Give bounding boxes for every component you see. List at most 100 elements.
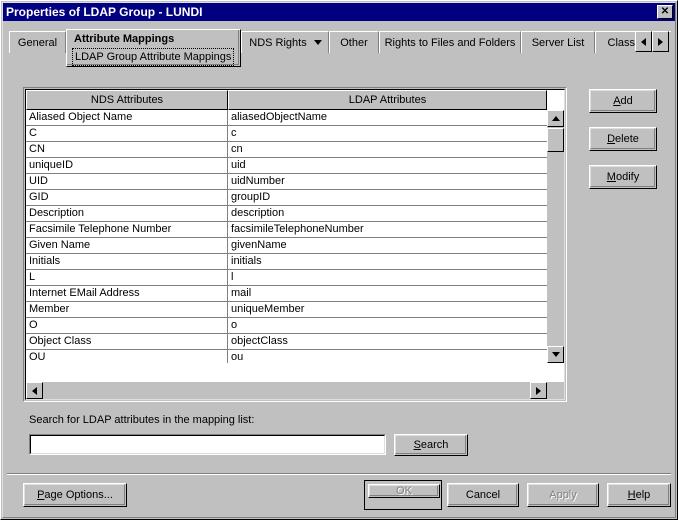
tab-other[interactable]: Other <box>329 31 379 53</box>
list-horizontal-scrollbar[interactable] <box>26 382 547 399</box>
cell-nds-attribute: L <box>26 270 228 285</box>
delete-button[interactable]: Delete <box>589 127 657 151</box>
help-post: elp <box>635 489 651 501</box>
cell-nds-attribute: UID <box>26 174 228 189</box>
tab-general-label: General <box>17 36 58 49</box>
tab-scroll-right-button[interactable] <box>652 31 669 52</box>
table-row[interactable]: CN cn <box>26 142 547 158</box>
scroll-right-button[interactable] <box>530 382 547 399</box>
help-button-label: Help <box>628 489 651 501</box>
modify-accel: M <box>606 171 616 183</box>
tab-page-body: NDS Attributes LDAP Attributes Aliased O… <box>7 53 671 513</box>
vertical-scroll-track[interactable] <box>547 127 564 346</box>
list-vertical-scrollbar[interactable] <box>547 110 564 363</box>
cell-nds-attribute: Object Class <box>26 334 228 349</box>
table-row[interactable]: Cc <box>26 126 547 142</box>
search-input-wrapper[interactable] <box>29 434 386 455</box>
help-button[interactable]: Help <box>607 483 671 507</box>
help-accel: H <box>627 489 636 501</box>
table-row[interactable]: Initials initials <box>26 254 547 270</box>
search-button[interactable]: Search <box>394 434 468 456</box>
list-header-row: NDS Attributes LDAP Attributes <box>26 90 547 110</box>
table-row[interactable]: UID uidNumber <box>26 174 547 190</box>
cell-nds-attribute: Initials <box>26 254 228 269</box>
tab-attribute-mappings[interactable]: Attribute Mappings LDAP Group Attribute … <box>66 29 241 67</box>
delete-accel: D <box>607 133 616 145</box>
table-row[interactable]: Aliased Object Name aliasedObjectName <box>26 110 547 126</box>
tab-server-list[interactable]: Server List <box>521 31 595 53</box>
cell-ldap-attribute: cn <box>231 143 243 155</box>
cell-nds-attribute: Description <box>26 206 228 221</box>
tab-scroll-left-button[interactable] <box>635 31 652 52</box>
tab-attribute-mappings-sublabel: LDAP Group Attribute Mappings <box>72 48 235 66</box>
cell-nds-attribute: GID <box>26 190 228 205</box>
add-button[interactable]: Add <box>589 89 657 113</box>
cancel-button-label: Cancel <box>465 489 501 501</box>
triangle-up-icon <box>551 116 560 121</box>
tab-general[interactable]: General <box>9 31 66 53</box>
cancel-button[interactable]: Cancel <box>447 483 519 507</box>
triangle-right-icon <box>658 37 663 46</box>
window-title: Properties of LDAP Group - LUNDI <box>6 5 203 19</box>
modify-button-label: Modify <box>607 171 639 183</box>
add-accel: A <box>613 95 621 107</box>
column-header-nds-attributes[interactable]: NDS Attributes <box>26 90 228 110</box>
search-accel: S <box>413 439 421 451</box>
close-icon[interactable]: ✕ <box>657 5 673 19</box>
cell-nds-attribute: C <box>26 126 228 141</box>
delete-post: elete <box>615 133 639 145</box>
page-options-button-label: Page Options... <box>37 489 113 501</box>
table-row[interactable]: Facsimile Telephone Number facsimileTelep… <box>26 222 547 238</box>
cell-nds-attribute: Facsimile Telephone Number <box>26 222 228 237</box>
cell-ldap-attribute: uidNumber <box>231 175 285 187</box>
triangle-down-icon <box>551 352 560 357</box>
tab-rights-to-files-and-folders[interactable]: Rights to Files and Folders <box>379 31 521 53</box>
vertical-scroll-thumb[interactable] <box>547 128 564 152</box>
tab-nds-rights[interactable]: NDS Rights <box>241 31 329 53</box>
table-row[interactable]: Member uniqueMember <box>26 302 547 318</box>
cell-nds-attribute: CN <box>26 142 228 157</box>
cell-nds-attribute: Internet EMail Address <box>26 286 228 301</box>
triangle-left-icon <box>641 37 646 46</box>
modify-button[interactable]: Modify <box>589 165 657 189</box>
tab-other-label: Other <box>340 36 368 49</box>
cell-ldap-attribute: l <box>231 271 234 283</box>
ok-button[interactable]: OK <box>368 484 440 498</box>
search-label: Search for LDAP attributes in the mappin… <box>29 414 255 426</box>
cell-ldap-attribute: ou <box>231 351 244 363</box>
scroll-left-button[interactable] <box>26 382 43 399</box>
table-row[interactable]: Object Class objectClass <box>26 334 547 350</box>
title-bar[interactable]: Properties of LDAP Group - LUNDI ✕ <box>3 3 675 21</box>
table-row[interactable]: Description description <box>26 206 547 222</box>
cell-nds-attribute: OU <box>26 350 228 363</box>
cell-ldap-attribute: groupID <box>231 191 271 203</box>
table-row[interactable]: Ll <box>26 270 547 286</box>
tab-scroll-buttons <box>635 31 669 52</box>
attribute-mapping-list-inner: NDS Attributes LDAP Attributes Aliased O… <box>25 89 565 400</box>
table-row[interactable]: OU ou <box>26 350 547 363</box>
search-button-label: Search <box>414 439 449 451</box>
tab-strip: General Attribute Mappings LDAP Group At… <box>9 29 671 67</box>
table-row[interactable]: Given Name givenName <box>26 238 547 254</box>
ok-button-default-frame: OK <box>364 480 442 510</box>
triangle-right-icon <box>536 386 541 395</box>
table-row[interactable]: GID groupID <box>26 190 547 206</box>
apply-button-label: Apply <box>549 489 577 501</box>
search-post: earch <box>420 439 449 451</box>
page-options-button[interactable]: Page Options... <box>23 483 127 507</box>
table-row[interactable]: Oo <box>26 318 547 334</box>
scroll-up-button[interactable] <box>547 110 564 127</box>
table-row[interactable]: Internet EMail Address mail <box>26 286 547 302</box>
attribute-mapping-list[interactable]: NDS Attributes LDAP Attributes Aliased O… <box>23 87 567 402</box>
modify-post: odify <box>615 171 640 183</box>
apply-button[interactable]: Apply <box>527 483 599 507</box>
cell-nds-attribute: Aliased Object Name <box>26 110 228 125</box>
table-row[interactable]: uniqueID uid <box>26 158 547 174</box>
tab-attribute-mappings-label: Attribute Mappings <box>74 33 175 45</box>
cell-ldap-attribute: c <box>231 127 237 139</box>
scroll-down-button[interactable] <box>547 346 564 363</box>
column-header-ldap-attributes[interactable]: LDAP Attributes <box>228 90 547 110</box>
search-input[interactable] <box>30 435 385 454</box>
list-rows-viewport: Aliased Object Name aliasedObjectName Cc CN… <box>26 110 547 363</box>
scrollbar-corner <box>547 382 564 399</box>
